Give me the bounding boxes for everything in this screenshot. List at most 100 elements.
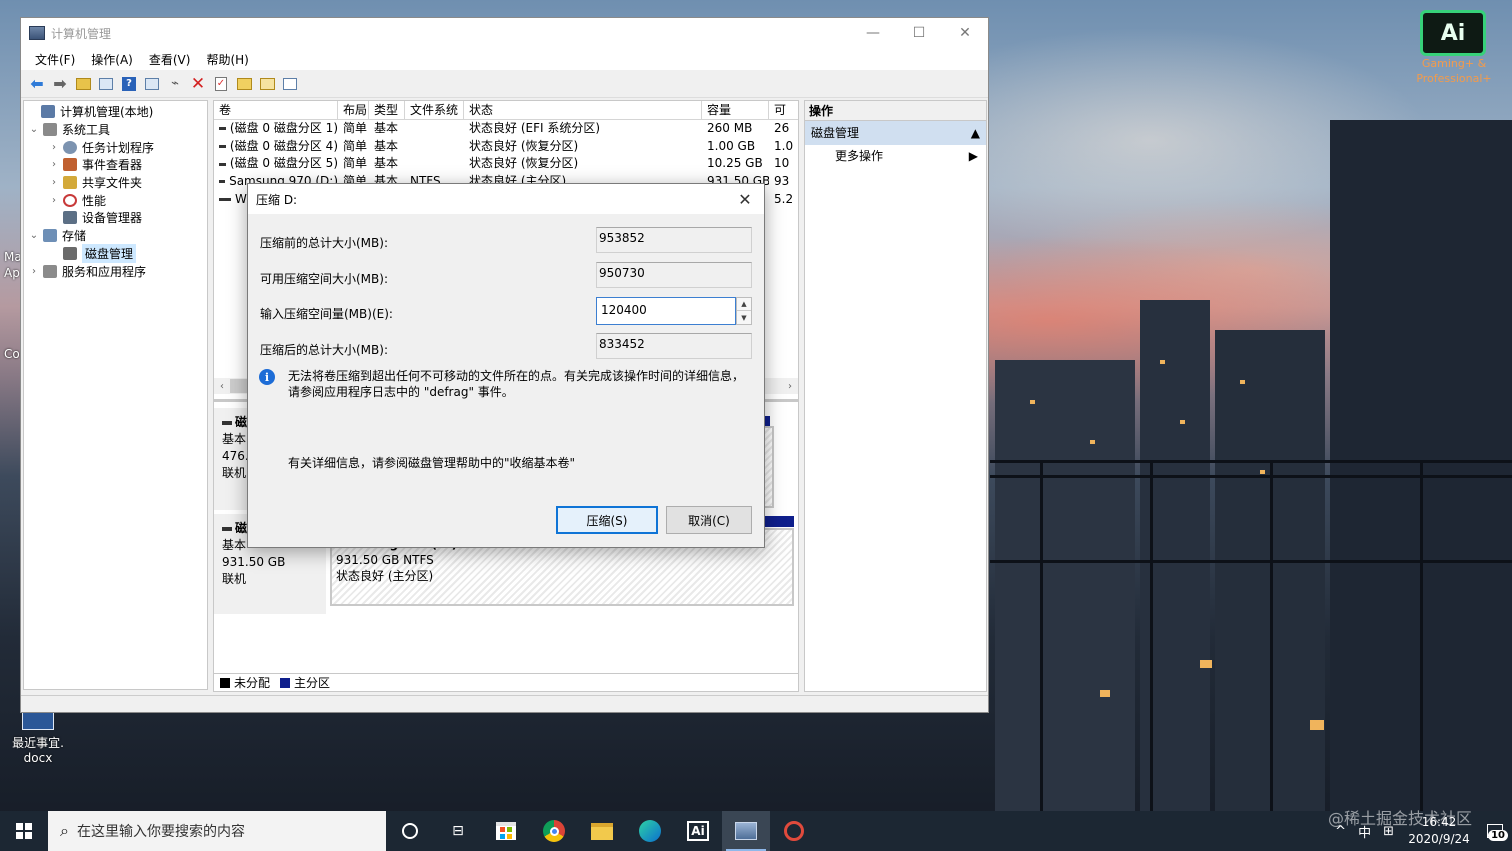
- chevron-right-icon[interactable]: ›: [48, 159, 60, 170]
- dialog-title-bar[interactable]: 压缩 D: ✕: [248, 184, 764, 214]
- properties-button[interactable]: [280, 74, 300, 94]
- volume-cell-text: 基本: [374, 121, 399, 135]
- column-header-capacity[interactable]: 容量: [702, 101, 769, 119]
- column-header-free[interactable]: 可: [769, 101, 798, 119]
- taskbar-computer-management[interactable]: [722, 811, 770, 851]
- connect-drive-button[interactable]: ⌁: [165, 74, 185, 94]
- tree-item-services-apps[interactable]: › 服务和应用程序: [24, 262, 207, 280]
- column-header-type[interactable]: 类型: [369, 101, 405, 119]
- tools-icon: [43, 123, 57, 137]
- dialog-close-icon[interactable]: ✕: [734, 188, 756, 210]
- dialog-title: 压缩 D:: [256, 192, 298, 207]
- chevron-right-icon[interactable]: ›: [48, 195, 60, 206]
- menu-view[interactable]: 查看(V): [141, 51, 199, 68]
- tree-item-system-tools[interactable]: ⌄ 系统工具: [24, 121, 207, 139]
- delete-button[interactable]: ✕: [188, 74, 208, 94]
- shrink-button[interactable]: 压缩(S): [556, 506, 658, 534]
- tree-item-storage[interactable]: ⌄ 存储: [24, 227, 207, 245]
- scroll-left-icon[interactable]: ‹: [220, 381, 224, 392]
- checklist-icon: ✓: [215, 76, 227, 91]
- forward-button[interactable]: ➡: [50, 74, 70, 94]
- chevron-down-icon[interactable]: ⌄: [28, 230, 40, 241]
- taskbar-file-explorer[interactable]: [578, 811, 626, 851]
- action-center-button[interactable]: 10: [1478, 824, 1512, 841]
- tree-item-performance[interactable]: › 性能: [24, 191, 207, 209]
- taskbar-search-box[interactable]: ⌕ 在这里输入你要搜索的内容: [48, 811, 386, 851]
- available-space-field: 950730: [596, 262, 752, 288]
- window-title: 计算机管理: [51, 26, 112, 41]
- volume-cell-volume: (磁盘 0 磁盘分区 1): [214, 120, 338, 138]
- tree-item-shared-folders[interactable]: › 共享文件夹: [24, 174, 207, 192]
- tree-item-event-viewer[interactable]: › 事件查看器: [24, 156, 207, 174]
- console-tree-icon: [99, 77, 113, 90]
- tree-item-label: 存储: [62, 229, 87, 244]
- column-header-filesystem[interactable]: 文件系统: [405, 101, 464, 119]
- tree-item-disk-management[interactable]: 磁盘管理: [24, 243, 207, 263]
- actions-more[interactable]: 更多操作 ▶: [805, 145, 986, 167]
- tree-item-task-scheduler[interactable]: › 任务计划程序: [24, 138, 207, 156]
- search-icon: ⌕: [60, 821, 69, 840]
- action-pane-icon: [145, 77, 159, 90]
- column-header-status[interactable]: 状态: [464, 101, 702, 119]
- chevron-right-icon[interactable]: ›: [48, 177, 60, 188]
- taskbar-snipping-tool[interactable]: [770, 811, 818, 851]
- shrink-amount-input[interactable]: 120400: [596, 297, 736, 325]
- computer-management-icon: [29, 26, 45, 40]
- column-header-volume[interactable]: 卷: [214, 101, 338, 119]
- back-button[interactable]: ⬅: [27, 74, 47, 94]
- volume-cell-free: 26: [769, 120, 798, 138]
- tree-item-device-manager[interactable]: 设备管理器: [24, 209, 207, 227]
- help-button[interactable]: ?: [119, 74, 139, 94]
- desktop-file-docx[interactable]: 最近事宜. docx: [2, 706, 74, 766]
- ai-logo-subtitle: Gaming+ & Professional+: [1416, 57, 1492, 85]
- cortana-button[interactable]: [386, 811, 434, 851]
- stepper-down-icon[interactable]: ▼: [737, 311, 751, 324]
- close-button[interactable]: ✕: [942, 18, 988, 48]
- start-button[interactable]: [0, 811, 48, 851]
- tree-item-computer-management[interactable]: 计算机管理(本地): [24, 103, 207, 121]
- taskbar-ai-app[interactable]: Ai: [674, 811, 722, 851]
- stepper-up-icon[interactable]: ▲: [737, 298, 751, 311]
- chevron-down-icon[interactable]: ⌄: [28, 124, 40, 135]
- column-header-layout[interactable]: 布局: [338, 101, 369, 119]
- export-button[interactable]: [234, 74, 254, 94]
- total-before-field: 953852: [596, 227, 752, 253]
- show-hide-action-pane-button[interactable]: [142, 74, 162, 94]
- disk-1-size: 931.50 GB: [222, 555, 286, 569]
- menu-file[interactable]: 文件(F): [27, 51, 83, 68]
- checklist-button[interactable]: ✓: [211, 74, 231, 94]
- minimize-button[interactable]: —: [850, 18, 896, 48]
- collapse-up-icon[interactable]: ▲: [971, 121, 980, 145]
- volume-icon: [219, 127, 226, 131]
- taskbar-edge[interactable]: [626, 811, 674, 851]
- volume-cell-text: 26: [774, 121, 790, 135]
- task-view-button[interactable]: ⊟: [434, 811, 482, 851]
- volume-cell-text: (磁盘 0 磁盘分区 1): [229, 121, 338, 135]
- shrink-amount-stepper[interactable]: ▲ ▼: [736, 297, 752, 325]
- tree-item-label: 计算机管理(本地): [60, 105, 154, 120]
- menu-help[interactable]: 帮助(H): [198, 51, 256, 68]
- volume-cell-text: 5.2: [774, 191, 794, 206]
- menu-action[interactable]: 操作(A): [83, 51, 141, 68]
- chevron-right-icon[interactable]: ›: [28, 266, 40, 277]
- taskbar-store[interactable]: [482, 811, 530, 851]
- tree-item-label: 共享文件夹: [82, 176, 143, 191]
- cancel-button[interactable]: 取消(C): [666, 506, 752, 534]
- menu-bar: 文件(F) 操作(A) 查看(V) 帮助(H): [21, 48, 988, 70]
- show-hide-tree-button[interactable]: [96, 74, 116, 94]
- maximize-button[interactable]: ☐: [896, 18, 942, 48]
- volume-row[interactable]: (磁盘 0 磁盘分区 5) 简单 基本 状态良好 (恢复分区) 10.25 GB 10: [214, 155, 798, 173]
- up-level-button[interactable]: [73, 74, 93, 94]
- chevron-right-icon[interactable]: ›: [48, 142, 60, 153]
- title-bar[interactable]: 计算机管理 — ☐ ✕: [21, 18, 988, 48]
- taskbar-chrome[interactable]: [530, 811, 578, 851]
- legend-label: 主分区: [294, 676, 331, 690]
- volume-cell-volume: (磁盘 0 磁盘分区 5): [214, 155, 338, 173]
- volume-row[interactable]: (磁盘 0 磁盘分区 1) 简单 基本 状态良好 (EFI 系统分区) 260 MB 26: [214, 120, 798, 138]
- search-properties-button[interactable]: [257, 74, 277, 94]
- scroll-right-icon[interactable]: ›: [788, 381, 792, 392]
- desktop-edge-label: Ap: [4, 266, 20, 280]
- volume-row[interactable]: (磁盘 0 磁盘分区 4) 简单 基本 状态良好 (恢复分区) 1.00 GB 1.0: [214, 138, 798, 156]
- volume-cell-filesystem: [405, 120, 464, 138]
- actions-section-disk-management[interactable]: 磁盘管理 ▲: [805, 121, 986, 145]
